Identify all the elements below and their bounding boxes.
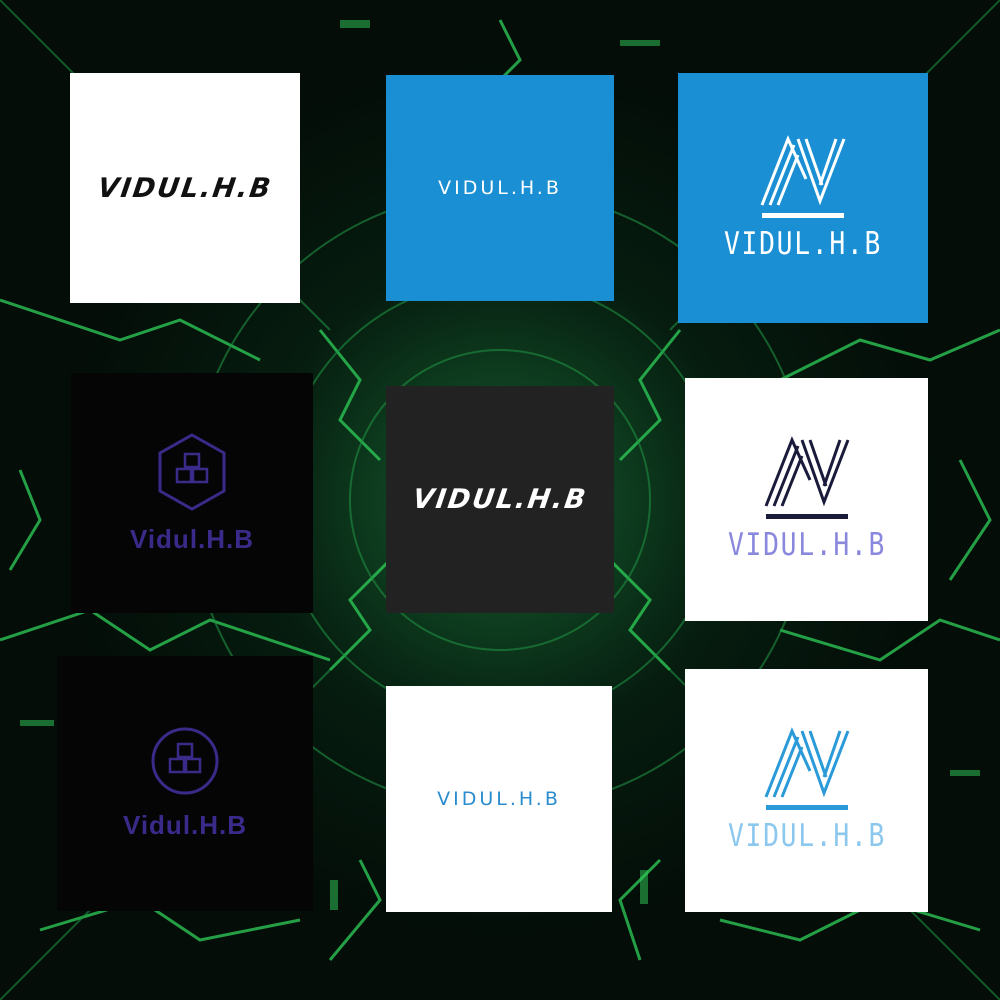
logo-tile-wide-white[interactable]: VIDUL.H.B xyxy=(386,686,612,912)
logo-wordmark: Vidul.H.B xyxy=(122,810,248,840)
logo-tile-script-white[interactable]: VIDUL.H.B xyxy=(70,73,300,303)
logo-wordmark: Vidul.H.B xyxy=(129,523,255,554)
logo-wordmark: VIDUL.H.B xyxy=(410,484,590,515)
logo-tile-circle-black[interactable]: Vidul.H.B xyxy=(57,656,313,911)
logo-tile-script-dark[interactable]: VIDUL.H.B xyxy=(386,386,614,613)
logo-tile-hexagon-black[interactable]: Vidul.H.B xyxy=(71,373,313,613)
logo-tile-av-white-blue[interactable]: VIDUL.H.B xyxy=(685,669,928,912)
logo-wordmark: VIDUL.H.B xyxy=(727,818,886,854)
av-monogram-icon xyxy=(760,134,846,206)
logo-underline xyxy=(762,212,844,218)
logo-wordmark: VIDUL.H.B xyxy=(723,225,883,262)
logo-wordmark: VIDUL.H.B xyxy=(95,172,275,204)
logo-wordmark: VIDUL.H.B xyxy=(437,788,561,810)
logo-tile-av-blue[interactable]: VIDUL.H.B xyxy=(678,73,928,323)
av-monogram-icon xyxy=(764,727,849,798)
logo-underline xyxy=(765,514,848,519)
logo-tile-wide-blue[interactable]: VIDUL.H.B xyxy=(386,75,614,301)
logo-wordmark: VIDUL.H.B xyxy=(438,177,562,199)
cubes-hexagon-icon xyxy=(158,432,226,511)
logo-wordmark: VIDUL.H.B xyxy=(727,527,886,563)
logo-tile-av-white-navy[interactable]: VIDUL.H.B xyxy=(685,378,928,621)
logo-underline xyxy=(765,805,848,810)
cubes-circle-icon xyxy=(151,727,219,795)
av-monogram-icon xyxy=(764,436,849,507)
